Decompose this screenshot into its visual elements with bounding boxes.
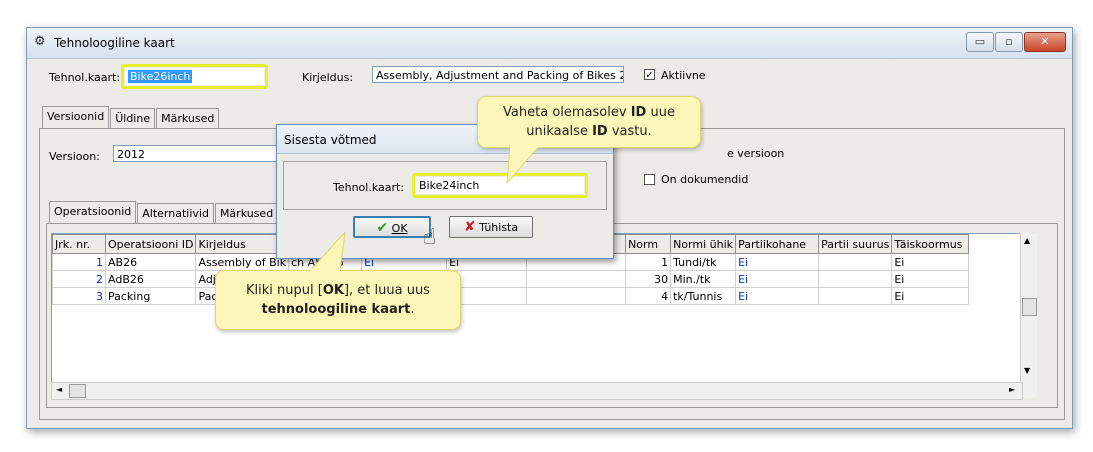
cell-partii-suurus[interactable]: [818, 270, 893, 288]
kirjeldus-input[interactable]: Assembly, Adjustment and Packing of Bike…: [372, 66, 624, 83]
window-title: Tehnoloogiline kaart: [54, 36, 175, 50]
scroll-thumb[interactable]: [1022, 298, 1037, 316]
cell-partii-suurus[interactable]: [818, 287, 893, 305]
dialog-field-label: Tehnol.kaart:: [333, 181, 405, 194]
col-partii-suurus[interactable]: Partii suurus: [818, 234, 893, 254]
cell-kirjeldus[interactable]: Assembly of Bik: [195, 253, 290, 271]
dialog-title: Sisesta võtmed: [284, 133, 377, 147]
main-tabs: Versioonid Üldine Märkused: [42, 106, 220, 128]
cell-partii-suurus[interactable]: [818, 253, 893, 271]
versioon-label: Versioon:: [49, 150, 100, 163]
col-taiskoormus[interactable]: Täiskoormus: [891, 234, 970, 254]
col-op-id[interactable]: Operatsiooni ID: [104, 234, 197, 254]
cell-eelsustegur[interactable]: [526, 287, 627, 305]
scroll-up-icon[interactable]: ▲: [1024, 236, 1030, 245]
hand-cursor-icon: ☝: [423, 225, 437, 250]
tuhista-button[interactable]: ✘ Tühista: [449, 216, 533, 238]
callout-bottom: Kliki nupul [OK], et luua uus tehnoloogi…: [215, 270, 461, 330]
grid-vertical-scrollbar[interactable]: ▲ ▼: [1020, 233, 1037, 398]
tab-versioonid[interactable]: Versioonid: [42, 106, 110, 128]
aktiivne-label: Aktiivne: [661, 69, 706, 82]
cell-op-id[interactable]: Packing: [104, 287, 197, 305]
h-scroll-thumb[interactable]: [69, 384, 86, 398]
col-jrk[interactable]: Jrk. nr.: [52, 234, 106, 254]
checkmark-icon: ✔: [376, 220, 389, 236]
app-icon: ⚙: [34, 34, 46, 49]
aktiivne-checkbox[interactable]: ✓: [644, 69, 655, 81]
cell-norm[interactable]: 30: [625, 270, 672, 288]
cell-norm[interactable]: 4: [625, 287, 672, 305]
cross-icon: ✘: [463, 219, 476, 235]
on-dokumendid-label: On dokumendid: [661, 173, 749, 186]
cell-unit[interactable]: tk/Tunnis: [670, 287, 737, 305]
on-dokumendid-checkbox[interactable]: [644, 174, 655, 185]
tab-operatsioonid[interactable]: Operatsioonid: [49, 201, 137, 223]
tab-uldine[interactable]: Üldine: [110, 108, 156, 128]
grid-horizontal-scrollbar[interactable]: ◄ ►: [51, 382, 1023, 400]
cell-norm[interactable]: 1: [625, 253, 672, 271]
tab-alternatiivid[interactable]: Alternatiivid: [137, 203, 214, 223]
cell-taiskoormus[interactable]: Ei: [891, 270, 970, 288]
cell-op-id[interactable]: AB26: [104, 253, 197, 271]
cell-unit[interactable]: Min./tk: [670, 270, 737, 288]
col-partiikohane[interactable]: Partiikohane: [735, 234, 820, 254]
active-version-label: e versioon: [727, 147, 785, 160]
title-bar[interactable]: ⚙ Tehnoloogiline kaart ▭ ▫ ✕: [27, 28, 1072, 59]
callout-bottom-line2: tehnoloogiline kaart.: [261, 302, 415, 317]
cell-taiskoormus[interactable]: Ei: [891, 253, 970, 271]
col-norm[interactable]: Norm: [625, 234, 672, 254]
callout-bottom-pointer: [308, 232, 346, 272]
ok-label: OK: [391, 222, 408, 235]
tab-markused[interactable]: Märkused: [156, 108, 220, 128]
callout-top-pointer: [506, 145, 541, 185]
tuhista-label: Tühista: [479, 221, 519, 234]
cell-nr[interactable]: 2: [52, 270, 106, 288]
kirjeldus-label: Kirjeldus:: [302, 71, 354, 84]
callout-top-line1: Vaheta olemasolev ID uue: [503, 105, 675, 120]
cell-partiikohane[interactable]: Ei: [735, 287, 820, 305]
cell-taiskoormus[interactable]: Ei: [891, 287, 970, 305]
tab-sub-markused[interactable]: Märkused: [214, 203, 279, 223]
dialog-tehnol-input[interactable]: Bike24inch: [416, 177, 584, 194]
cell-partiikohane[interactable]: Ei: [735, 270, 820, 288]
versioon-input[interactable]: 2012: [113, 145, 283, 162]
col-normi-uhik[interactable]: Normi ühik: [670, 234, 737, 254]
minimize-button[interactable]: ▭: [966, 32, 994, 52]
callout-top-line2: unikaalse ID vastu.: [526, 124, 652, 139]
callout-bottom-line1: Kliki nupul [OK], et luua uus: [246, 283, 430, 298]
cell-nr[interactable]: 1: [52, 253, 106, 271]
sub-tabs: Operatsioonid Alternatiivid Märkused: [49, 201, 279, 223]
scroll-left-icon[interactable]: ◄: [56, 385, 62, 394]
cell-op-id[interactable]: AdB26: [104, 270, 197, 288]
cell-eelsustegur[interactable]: [526, 270, 627, 288]
ok-button[interactable]: ✔ OK: [353, 216, 431, 238]
callout-top: Vaheta olemasolev ID uue unikaalse ID va…: [477, 96, 701, 148]
maximize-button[interactable]: ▫: [995, 32, 1023, 52]
cell-unit[interactable]: Tundi/tk: [670, 253, 737, 271]
close-button[interactable]: ✕: [1024, 32, 1066, 52]
scroll-right-icon[interactable]: ►: [1009, 385, 1015, 394]
cell-nr[interactable]: 3: [52, 287, 106, 305]
scroll-down-icon[interactable]: ▼: [1024, 366, 1030, 375]
cell-partiikohane[interactable]: Ei: [735, 253, 820, 271]
col-kirjeldus[interactable]: Kirjeldus: [195, 234, 290, 254]
tehnol-input[interactable]: Bike26inch: [125, 68, 264, 85]
tehnol-label: Tehnol.kaart:: [49, 71, 121, 84]
table-row[interactable]: 2 AdB26 Adju Ei 30 Min./tk Ei Ei: [52, 270, 970, 288]
table-row[interactable]: 3 Packing Pac Ei 4 tk/Tunnis Ei Ei: [52, 287, 970, 305]
tehnol-value: Bike26inch: [128, 70, 193, 83]
